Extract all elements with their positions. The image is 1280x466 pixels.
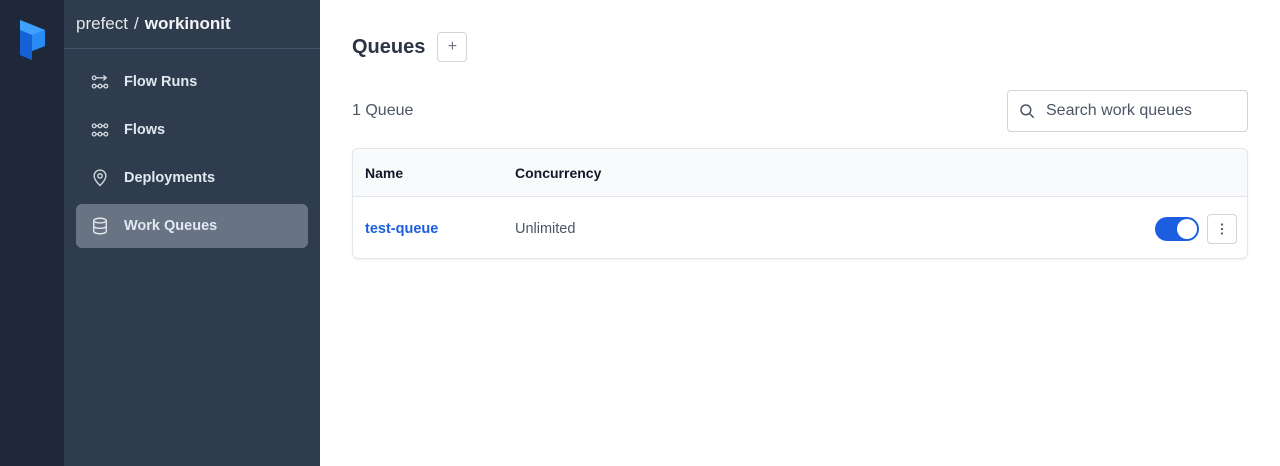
queue-name-link[interactable]: test-queue: [365, 221, 438, 237]
main-content: Queues + 1 Queue Name Concurrency test-q…: [320, 0, 1280, 466]
sidebar-item-label: Deployments: [124, 170, 216, 186]
breadcrumb-separator: /: [133, 14, 139, 33]
kebab-menu-icon: [1220, 223, 1224, 235]
workspace-breadcrumb[interactable]: prefect / workinonit: [64, 0, 320, 49]
column-header-concurrency[interactable]: Concurrency: [515, 165, 601, 181]
sidebar-item-work-queues[interactable]: Work Queues: [76, 204, 308, 248]
table-row: test-queue Unlimited: [353, 198, 1247, 258]
page-header: Queues +: [352, 32, 468, 62]
page-title: Queues: [352, 35, 426, 58]
prefect-logo[interactable]: [20, 20, 45, 60]
table-header: Name Concurrency: [353, 149, 1247, 197]
search-input[interactable]: [1046, 102, 1236, 120]
sidebar-item-label: Flows: [124, 122, 166, 138]
work-queues-table: Name Concurrency test-queue Unlimited: [352, 148, 1248, 259]
sidebar-item-flows[interactable]: Flows: [76, 108, 308, 152]
flow-runs-icon: [90, 72, 110, 92]
sidebar-item-deployments[interactable]: Deployments: [76, 156, 308, 200]
sidebar-nav: Flow Runs Flows Deployments Work Queues: [64, 49, 320, 248]
app-rail: [0, 0, 64, 466]
row-menu-button[interactable]: [1207, 214, 1237, 244]
location-pin-icon: [90, 168, 110, 188]
toggle-knob: [1177, 219, 1197, 239]
account-name: prefect: [76, 14, 128, 33]
search-icon: [1020, 104, 1035, 119]
database-icon: [90, 216, 110, 236]
search-box[interactable]: [1007, 90, 1248, 132]
queue-concurrency: Unlimited: [515, 221, 576, 237]
sidebar-item-flow-runs[interactable]: Flow Runs: [76, 60, 308, 104]
workspace-name: workinonit: [144, 14, 231, 33]
flows-icon: [90, 120, 110, 140]
plus-icon: +: [447, 38, 458, 55]
sidebar-item-label: Work Queues: [124, 218, 218, 234]
add-queue-button[interactable]: +: [437, 32, 468, 62]
sidebar: prefect / workinonit Flow Runs Flows Dep…: [64, 0, 320, 466]
queue-count: 1 Queue: [352, 102, 414, 119]
queue-enabled-toggle[interactable]: [1155, 217, 1199, 241]
column-header-name[interactable]: Name: [365, 165, 403, 181]
sidebar-item-label: Flow Runs: [124, 74, 198, 90]
